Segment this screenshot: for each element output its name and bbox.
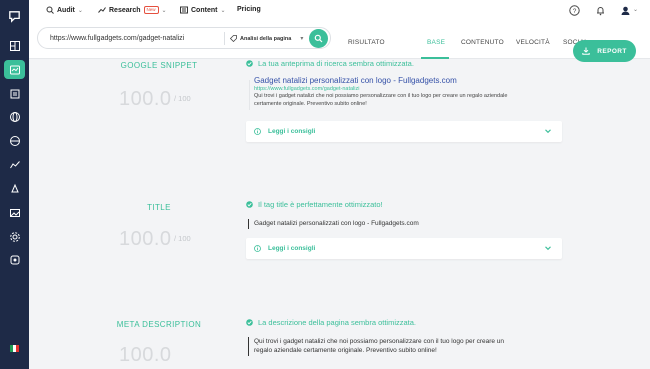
rank-icon [10, 183, 19, 192]
sidebar-item-integrations[interactable] [4, 250, 25, 269]
meta-value-bar [248, 337, 249, 356]
status-snippet: La tua anteprima di ricerca sembra ottim… [246, 59, 414, 68]
download-icon [582, 47, 590, 55]
left-sidebar [0, 0, 29, 369]
score-meta: 100.0 [119, 344, 172, 366]
preview-description: Qui trovi i gadget natalizi che noi poss… [254, 93, 508, 107]
meta-value-line2: regalo aziendale certamente originale. P… [254, 347, 437, 354]
check-circle-icon [246, 319, 253, 326]
section-title-title: TITLE [147, 203, 171, 212]
sidebar-item-dashboard[interactable] [4, 36, 25, 55]
logo-icon[interactable] [7, 9, 22, 24]
url-input[interactable]: https://www.fullgadgets.com/gadget-natal… [50, 35, 184, 42]
tab-risultato[interactable]: RISULTATO [348, 39, 385, 46]
status-meta: La descrizione della pagina sembra ottim… [246, 318, 416, 327]
sidebar-item-rank[interactable] [4, 179, 25, 198]
preview-url: https://www.fullgadgets.com/gadget-natal… [254, 86, 360, 92]
chevron-down-icon[interactable]: ⌄ [633, 6, 638, 13]
network-icon [9, 135, 20, 146]
nav-research[interactable]: Research New ⌄ [98, 6, 167, 14]
language-flag-italy-icon[interactable] [10, 345, 19, 352]
chevron-down-icon: ⌄ [161, 7, 167, 14]
sidebar-item-network[interactable] [4, 131, 25, 150]
report-label: REPORT [597, 47, 627, 55]
plug-icon [10, 255, 19, 264]
report-button[interactable]: REPORT [573, 40, 636, 62]
audit-nav-icon [46, 6, 54, 14]
status-meta-text: La descrizione della pagina sembra ottim… [258, 318, 417, 327]
google-preview-card: Gadget natalizi personalizzati con logo … [246, 74, 562, 116]
help-icon[interactable]: ? [569, 5, 580, 16]
dashboard-icon [9, 40, 20, 51]
sidebar-item-analytics[interactable] [4, 155, 25, 174]
status-title-text: Il tag title è perfettamente ottimizzato… [258, 200, 383, 209]
content-nav-icon [180, 6, 188, 14]
preview-title: Gadget natalizi personalizzati con logo … [254, 76, 457, 85]
analysis-mode-label: Analisi della pagina [240, 35, 292, 42]
nav-content[interactable]: Content ⌄ [180, 6, 225, 14]
user-avatar-icon[interactable] [620, 5, 631, 16]
sidebar-item-settings[interactable] [4, 227, 25, 246]
sidebar-item-seo-audit[interactable] [4, 60, 25, 79]
research-nav-icon [98, 7, 106, 13]
tag-icon [230, 35, 237, 42]
check-circle-icon [246, 201, 253, 208]
search-button[interactable] [309, 29, 328, 48]
tab-contenuto[interactable]: CONTENUTO [461, 39, 504, 46]
active-tab-indicator [421, 57, 449, 59]
meta-value-line1: Qui trovi i gadget natalizi che noi poss… [254, 338, 505, 345]
tab-base[interactable]: BASE [427, 39, 445, 46]
score-title: 100.0 [119, 228, 172, 250]
nav-audit-label: Audit [57, 6, 75, 14]
advice-accordion-snippet[interactable]: Leggi i consigli [246, 121, 562, 142]
trend-icon [9, 160, 20, 168]
section-title-snippet: GOOGLE SNIPPET [120, 61, 198, 70]
chevron-down-icon [545, 246, 551, 251]
gear-icon [9, 231, 20, 242]
info-icon [254, 245, 261, 252]
advice-label: Leggi i consigli [268, 245, 316, 252]
tab-velocita[interactable]: VELOCITÀ [516, 39, 550, 46]
advice-label: Leggi i consigli [268, 128, 316, 135]
sidebar-item-pages[interactable] [4, 84, 25, 103]
nav-research-label: Research [109, 6, 141, 14]
new-badge: New [143, 6, 159, 14]
section-title-meta: META DESCRIPTION [116, 320, 202, 329]
chevron-down-icon: ⌄ [77, 7, 83, 14]
top-navigation: Audit ⌄ Research New ⌄ Content ⌄ Pricing… [29, 0, 650, 22]
analysis-toolbar: https://www.fullgadgets.com/gadget-natal… [29, 22, 650, 59]
url-search-box: https://www.fullgadgets.com/gadget-natal… [37, 27, 331, 49]
score-snippet: 100.0 [119, 88, 172, 110]
image-icon [9, 208, 20, 217]
nav-content-label: Content [191, 6, 218, 14]
audit-icon [9, 65, 20, 74]
search-icon [314, 34, 323, 43]
info-icon [254, 128, 261, 135]
bell-icon[interactable] [595, 5, 606, 16]
preview-bar [249, 80, 250, 110]
sidebar-item-globe[interactable] [4, 107, 25, 126]
divider [224, 32, 225, 45]
chevron-down-icon [545, 129, 551, 134]
chevron-down-icon: ▾ [300, 36, 304, 42]
nav-pricing[interactable]: Pricing [237, 6, 261, 13]
analysis-mode-select[interactable]: Analisi della pagina ▾ [230, 35, 303, 42]
title-value-bar [248, 219, 249, 229]
sidebar-item-reports[interactable] [4, 203, 25, 222]
status-title: Il tag title è perfettamente ottimizzato… [246, 200, 383, 209]
nav-audit[interactable]: Audit ⌄ [46, 6, 83, 14]
pages-icon [10, 89, 19, 98]
title-value: Gadget natalizi personalizzati con logo … [254, 220, 419, 227]
score-max-title: / 100 [174, 234, 191, 243]
advice-accordion-title[interactable]: Leggi i consigli [246, 238, 562, 259]
globe-icon [9, 111, 20, 122]
svg-text:?: ? [573, 8, 577, 15]
chevron-down-icon: ⌄ [220, 7, 226, 14]
check-circle-icon [246, 60, 253, 67]
nav-pricing-label: Pricing [237, 6, 261, 13]
score-max-snippet: / 100 [174, 94, 191, 103]
status-snippet-text: La tua anteprima di ricerca sembra ottim… [258, 59, 414, 68]
